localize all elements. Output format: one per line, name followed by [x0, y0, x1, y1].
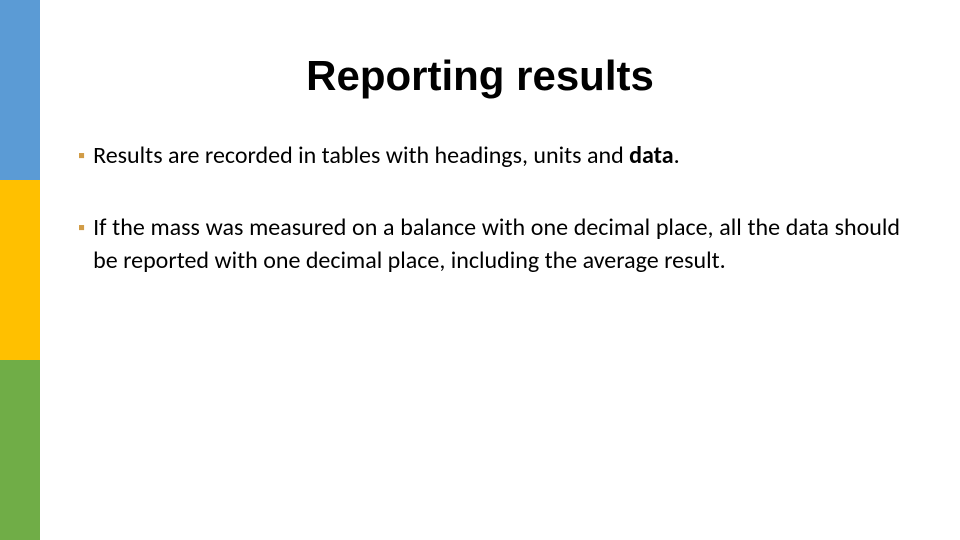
slide-body: ▪Results are recorded in tables with hea… — [78, 140, 900, 317]
bullet-item: ▪Results are recorded in tables with hea… — [78, 140, 900, 172]
bullet-item: ▪If the mass was measured on a balance w… — [78, 212, 900, 277]
bullet-text: If the mass was measured on a balance wi… — [93, 212, 900, 277]
bullet-square-icon: ▪ — [78, 140, 85, 172]
sidebar-stripe — [0, 360, 40, 540]
sidebar-stripe — [0, 180, 40, 360]
bullet-text: Results are recorded in tables with head… — [93, 140, 680, 172]
slide-title: Reporting results — [0, 52, 960, 100]
bullet-square-icon: ▪ — [78, 212, 85, 244]
